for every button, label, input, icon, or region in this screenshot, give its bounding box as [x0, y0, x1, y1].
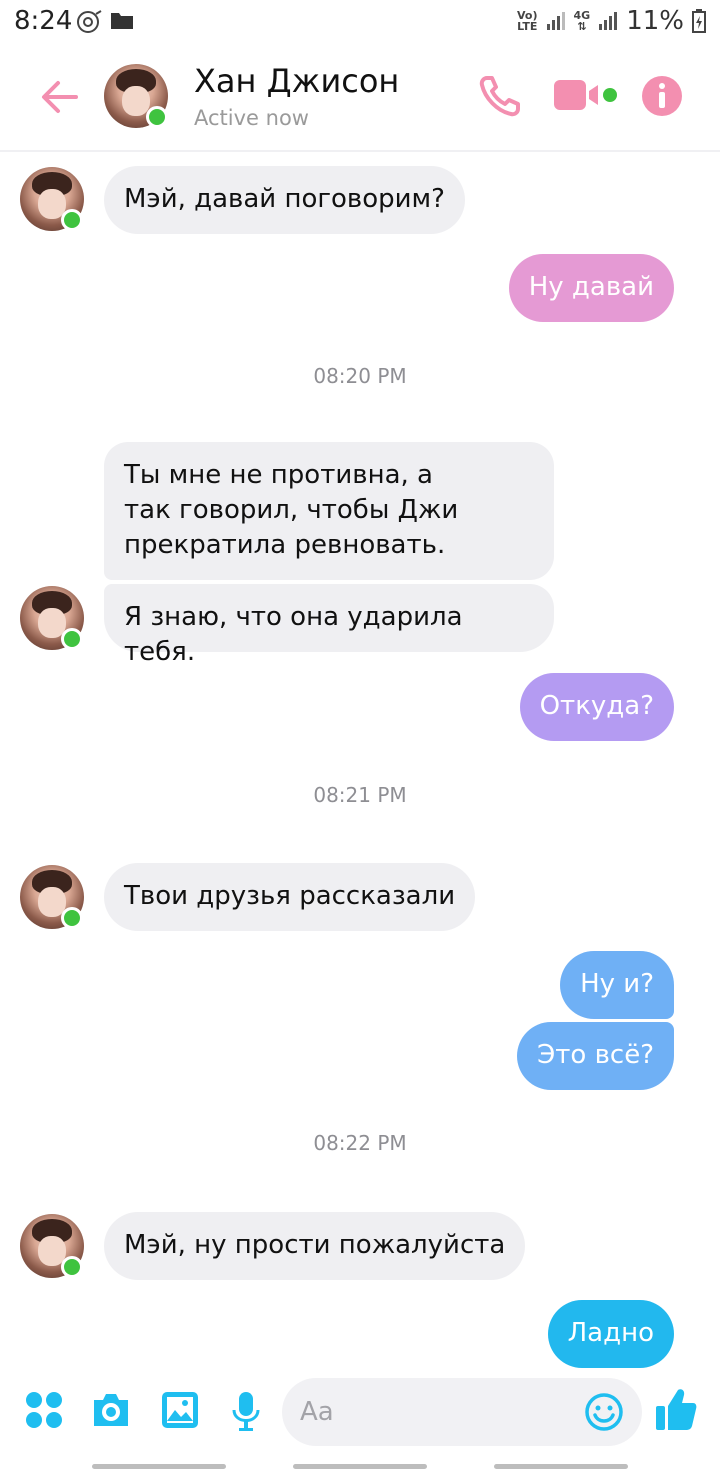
message-bubble-incoming[interactable]: Мэй, давай поговорим? [104, 166, 465, 234]
message-input[interactable] [300, 1392, 570, 1432]
generation-label: 4G ⇅ [573, 9, 591, 33]
online-indicator [146, 106, 168, 128]
message-bubble-outgoing[interactable]: Ну давай [508, 254, 674, 322]
timestamp: 08:20 PM [313, 364, 407, 388]
apps-icon[interactable] [24, 1390, 64, 1430]
message-bubble-incoming[interactable]: Я знаю, что она ударила тебя. [104, 584, 554, 667]
message-bubble-outgoing[interactable]: Ну и? [560, 951, 674, 1019]
thumbs-up-icon[interactable] [654, 1386, 698, 1432]
folder-icon [111, 13, 133, 29]
message-bubble-outgoing[interactable]: Ладно [547, 1300, 674, 1368]
online-indicator [61, 628, 83, 650]
media-icon [77, 10, 102, 33]
message-input-box[interactable] [282, 1378, 642, 1446]
chat-header: Хан Джисон Active now [0, 44, 720, 152]
image-icon[interactable] [160, 1390, 200, 1430]
camera-icon[interactable] [90, 1390, 132, 1430]
video-camera-icon[interactable] [552, 78, 618, 114]
signal-icon-2 [599, 12, 618, 30]
status-time: 8:24 [14, 6, 73, 36]
phone-icon[interactable] [478, 74, 522, 118]
online-indicator [61, 1256, 83, 1278]
emoji-icon[interactable] [584, 1392, 624, 1432]
info-icon[interactable] [640, 74, 684, 118]
status-right: Vo) LTE 4G ⇅ 11% [517, 6, 706, 36]
online-indicator [61, 209, 83, 231]
message-bubble-incoming[interactable]: Мэй, ну прости пожалуйста [104, 1212, 526, 1280]
message-bubble-outgoing[interactable]: Это всё? [517, 1022, 674, 1090]
message-thread[interactable]: Мэй, давай поговорим? Ну давай 08:20 PM … [0, 152, 720, 1374]
status-bar: 8:24 Vo) LTE 4G ⇅ 11% [0, 0, 720, 44]
microphone-icon[interactable] [230, 1390, 262, 1434]
contact-name[interactable]: Хан Джисон [194, 62, 399, 100]
message-bubble-outgoing[interactable]: Откуда? [519, 673, 674, 741]
online-indicator [61, 907, 83, 929]
message-bubble-incoming[interactable]: Твои друзья рассказали [104, 863, 476, 931]
battery-percent: 11% [626, 6, 684, 36]
message-composer [0, 1374, 720, 1450]
back-arrow-icon[interactable] [36, 72, 86, 122]
nav-home-button[interactable] [293, 1464, 427, 1469]
signal-icon [546, 12, 565, 30]
nav-recent-button[interactable] [92, 1464, 226, 1469]
contact-status: Active now [194, 106, 309, 130]
timestamp: 08:21 PM [313, 783, 407, 807]
volte-label: Vo) LTE [517, 9, 538, 33]
nav-back-button[interactable] [494, 1464, 628, 1469]
system-navigation-bar [0, 1450, 720, 1480]
message-bubble-incoming[interactable]: Ты мне не противна, а так говорил, чтобы… [104, 442, 554, 580]
battery-icon [692, 9, 706, 33]
timestamp: 08:22 PM [313, 1131, 407, 1155]
